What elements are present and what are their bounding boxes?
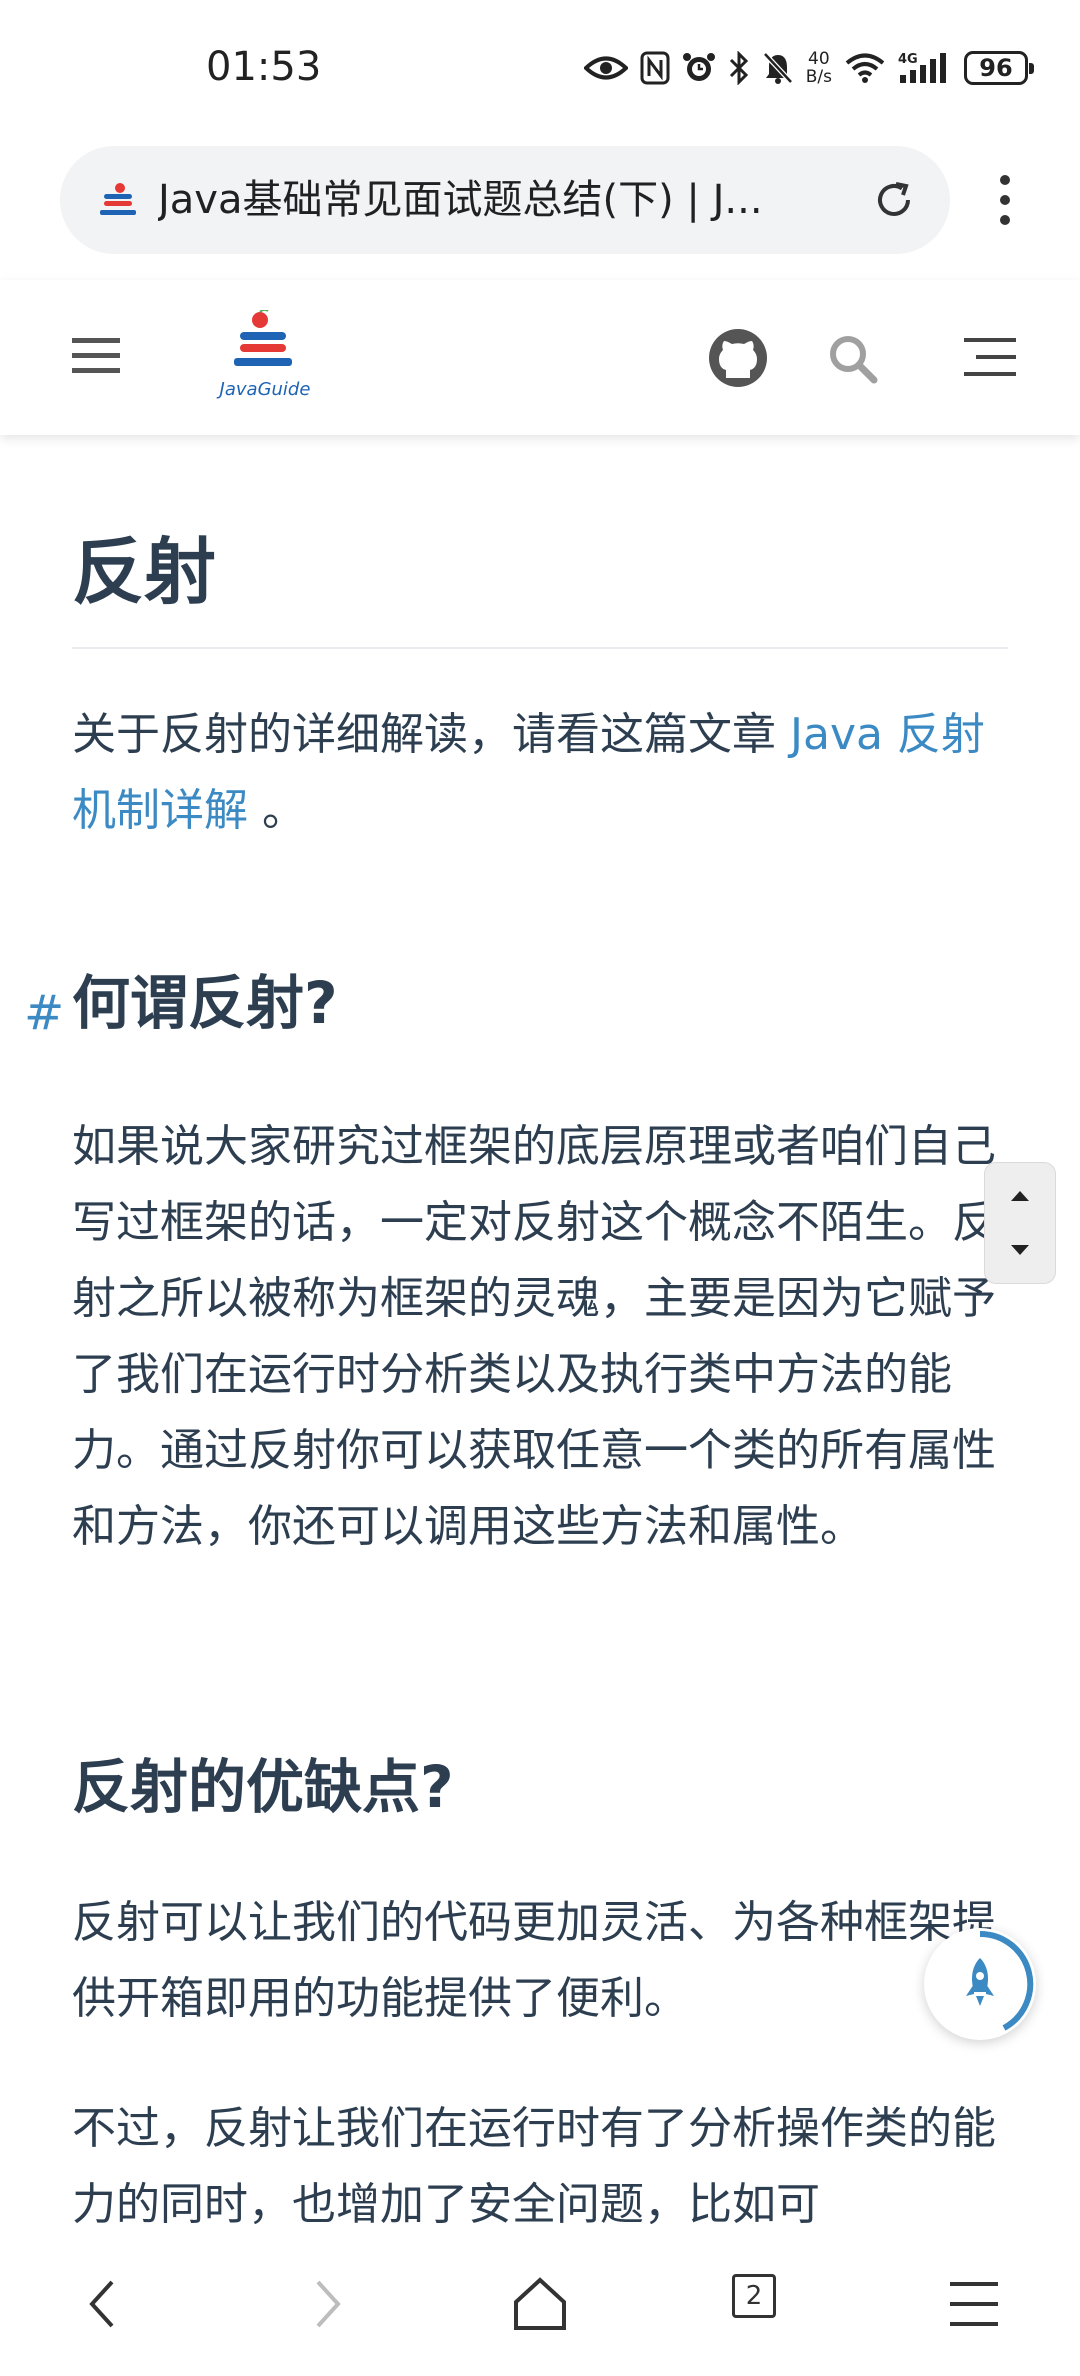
bluetooth-icon <box>728 51 750 85</box>
section-heading-pros-cons: 反射的优缺点? <box>72 1753 454 1821</box>
site-favicon-icon <box>96 182 140 218</box>
mute-icon <box>762 51 794 85</box>
search-icon[interactable] <box>826 332 880 386</box>
intro-paragraph: 关于反射的详细解读，请看这篇文章 Java 反射机制详解 。 <box>72 697 1008 849</box>
browser-bottom-nav: 2 <box>0 2236 1080 2376</box>
battery-indicator: 96 <box>964 51 1034 85</box>
page-title-url[interactable]: Java基础常见面试题总结(下) | J... <box>158 173 898 227</box>
scroll-down-icon[interactable] <box>985 1223 1055 1283</box>
back-to-top-button[interactable] <box>924 1928 1036 2040</box>
intro-text: 关于反射的详细解读，请看这篇文章 <box>72 709 790 760</box>
site-navbar: JavaGuide <box>0 280 1080 435</box>
signal-icon: 4G <box>898 51 952 85</box>
what-paragraph: 如果说大家研究过框架的底层原理或者咱们自己写过框架的话，一定对反射这个概念不陌生… <box>72 1121 996 1552</box>
wifi-icon <box>844 52 886 84</box>
cons-paragraph: 不过，反射让我们在运行时有了分析操作类的能力的同时，也增加了安全问题，比如可 <box>72 2103 996 2230</box>
nfc-icon <box>640 51 670 85</box>
toc-menu-icon[interactable] <box>964 336 1016 378</box>
article-heading: 反射 <box>72 530 217 614</box>
tabs-count-button[interactable]: 2 <box>732 2274 776 2318</box>
home-icon[interactable] <box>508 2272 572 2336</box>
section-heading-what: 何谓反射? <box>72 969 338 1037</box>
reload-icon[interactable] <box>870 176 918 224</box>
scroll-up-icon[interactable] <box>985 1163 1055 1223</box>
status-bar: 01:53 40 B/s 4G 96 <box>0 0 1080 140</box>
forward-icon[interactable] <box>294 2272 358 2336</box>
hamburger-menu-icon[interactable] <box>72 336 120 376</box>
net-speed: 40 B/s <box>805 49 832 87</box>
alarm-icon <box>682 51 716 85</box>
more-menu-icon[interactable] <box>990 170 1020 230</box>
logo-text: JavaGuide <box>219 379 311 400</box>
pros-paragraph: 反射可以让我们的代码更加灵活、为各种框架提供开箱即用的功能提供了便利。 <box>72 1897 996 2024</box>
intro-suffix: 。 <box>248 785 306 836</box>
address-bar[interactable]: Java基础常见面试题总结(下) | J... <box>60 146 950 254</box>
status-time: 01:53 <box>206 44 322 90</box>
heading-divider <box>72 647 1008 649</box>
status-icons: 40 B/s 4G 96 <box>583 46 1034 90</box>
svg-text:4G: 4G <box>898 52 918 67</box>
rocket-icon <box>966 1930 1034 2031</box>
github-icon[interactable] <box>708 328 768 388</box>
site-logo[interactable]: JavaGuide <box>210 308 320 402</box>
scroll-stepper <box>984 1162 1056 1284</box>
heading-anchor-link[interactable]: # <box>24 975 64 1051</box>
back-icon[interactable] <box>72 2272 136 2336</box>
eye-icon <box>583 53 628 83</box>
browser-menu-icon[interactable] <box>942 2272 1006 2336</box>
